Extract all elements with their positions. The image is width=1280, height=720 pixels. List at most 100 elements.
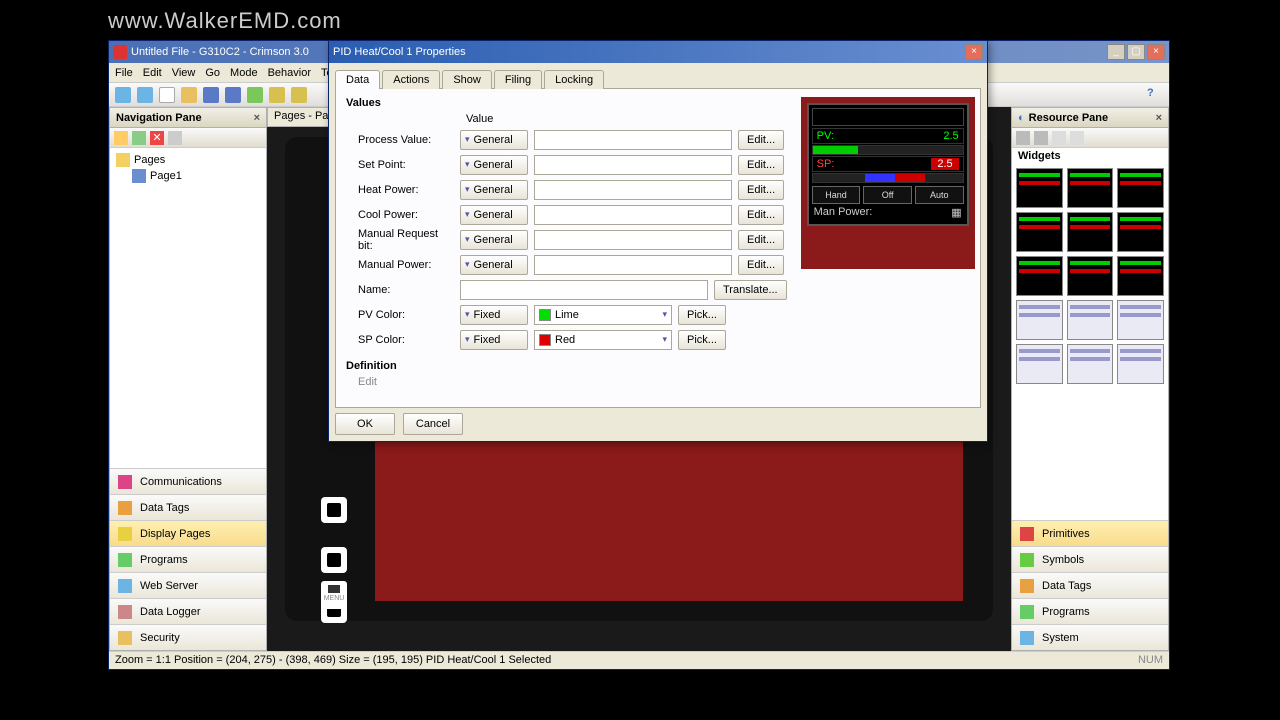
value-input[interactable] — [534, 155, 732, 175]
widget-thumb[interactable] — [1117, 168, 1164, 208]
resource-toolbar — [1012, 128, 1168, 148]
res-cat-system[interactable]: System — [1012, 624, 1168, 650]
tab-actions[interactable]: Actions — [382, 70, 440, 89]
sp-color-pick-button[interactable]: Pick... — [678, 330, 726, 350]
help-icon[interactable]: ? — [1147, 87, 1163, 103]
delete-icon[interactable]: ✕ — [150, 131, 164, 145]
pin-icon[interactable]: ◐ — [1018, 112, 1025, 124]
value-input[interactable] — [534, 255, 732, 275]
widget-thumb[interactable] — [1117, 212, 1164, 252]
mode-dropdown[interactable]: General — [460, 255, 528, 275]
mode-dropdown[interactable]: General — [460, 155, 528, 175]
value-input[interactable] — [534, 230, 732, 250]
menu-mode[interactable]: Mode — [230, 67, 258, 79]
nav-cat-display-pages[interactable]: Display Pages — [110, 520, 266, 546]
widget-thumb[interactable] — [1016, 300, 1063, 340]
menu-file[interactable]: File — [115, 67, 133, 79]
tab-filing[interactable]: Filing — [494, 70, 542, 89]
menu-view[interactable]: View — [172, 67, 196, 79]
res-back-icon[interactable] — [1016, 131, 1030, 145]
tab-locking[interactable]: Locking — [544, 70, 604, 89]
translate-button[interactable]: Translate... — [714, 280, 787, 300]
nav-cat-web-server[interactable]: Web Server — [110, 572, 266, 598]
widget-thumb[interactable] — [1067, 256, 1114, 296]
tool-b-icon[interactable] — [291, 87, 307, 103]
saveall-icon[interactable] — [225, 87, 241, 103]
sp-color-mode-dropdown[interactable]: Fixed — [460, 330, 528, 350]
mode-dropdown[interactable]: General — [460, 130, 528, 150]
widget-thumb[interactable] — [1067, 168, 1114, 208]
device-button-1[interactable] — [321, 497, 347, 523]
nav-pane-toolbar: ✕ — [110, 128, 266, 148]
res-up-icon[interactable] — [1052, 131, 1066, 145]
resource-pane-close-icon[interactable]: × — [1156, 112, 1162, 124]
definition-edit-link[interactable]: Edit — [346, 376, 787, 388]
nav-cat-programs[interactable]: Programs — [110, 546, 266, 572]
tree-root-pages[interactable]: Pages — [114, 152, 262, 168]
widget-thumb[interactable] — [1016, 256, 1063, 296]
nav-cat-communications[interactable]: Communications — [110, 468, 266, 494]
value-input[interactable] — [534, 130, 732, 150]
sp-color-select[interactable]: Red — [534, 330, 672, 350]
red-swatch — [539, 334, 551, 346]
mode-dropdown[interactable]: General — [460, 230, 528, 250]
widget-thumb[interactable] — [1067, 212, 1114, 252]
res-cat-data-tags[interactable]: Data Tags — [1012, 572, 1168, 598]
ok-button[interactable]: OK — [335, 413, 395, 435]
minimize-button[interactable]: _ — [1107, 44, 1125, 60]
open-icon[interactable] — [181, 87, 197, 103]
edit-button[interactable]: Edit... — [738, 180, 784, 200]
value-input[interactable] — [534, 180, 732, 200]
dialog-close-button[interactable]: × — [965, 44, 983, 60]
res-cat-programs[interactable]: Programs — [1012, 598, 1168, 624]
tool-a-icon[interactable] — [269, 87, 285, 103]
widget-thumb[interactable] — [1016, 344, 1063, 384]
menu-behavior[interactable]: Behavior — [268, 67, 311, 79]
value-input[interactable] — [534, 205, 732, 225]
nav-pane-close-icon[interactable]: × — [254, 112, 260, 124]
edit-button[interactable]: Edit... — [738, 155, 784, 175]
tab-data[interactable]: Data — [335, 70, 380, 89]
cancel-button[interactable]: Cancel — [403, 413, 463, 435]
widget-thumb[interactable] — [1067, 344, 1114, 384]
edit-button[interactable]: Edit... — [738, 130, 784, 150]
device-menu-button[interactable]: MENU — [321, 581, 347, 609]
nav-cat-data-logger[interactable]: Data Logger — [110, 598, 266, 624]
device-button-2[interactable] — [321, 547, 347, 573]
widget-thumb[interactable] — [1067, 300, 1114, 340]
res-cat-symbols[interactable]: Symbols — [1012, 546, 1168, 572]
pv-color-select[interactable]: Lime — [534, 305, 672, 325]
download-icon[interactable] — [247, 87, 263, 103]
widget-thumb[interactable] — [1117, 300, 1164, 340]
maximize-button[interactable]: ▢ — [1127, 44, 1145, 60]
widget-thumb[interactable] — [1016, 212, 1063, 252]
widget-thumb[interactable] — [1117, 344, 1164, 384]
mode-dropdown[interactable]: General — [460, 205, 528, 225]
edit-button[interactable]: Edit... — [738, 230, 784, 250]
res-cat-primitives[interactable]: Primitives — [1012, 520, 1168, 546]
menu-edit[interactable]: Edit — [143, 67, 162, 79]
res-fwd-icon[interactable] — [1034, 131, 1048, 145]
widget-thumb[interactable] — [1117, 256, 1164, 296]
edit-button[interactable]: Edit... — [738, 255, 784, 275]
add-icon[interactable] — [132, 131, 146, 145]
pv-color-mode-dropdown[interactable]: Fixed — [460, 305, 528, 325]
nav-cat-security[interactable]: Security — [110, 624, 266, 650]
widget-thumb[interactable] — [1016, 168, 1063, 208]
close-button[interactable]: × — [1147, 44, 1165, 60]
tab-show[interactable]: Show — [442, 70, 492, 89]
forward-icon[interactable] — [137, 87, 153, 103]
pv-color-pick-button[interactable]: Pick... — [678, 305, 726, 325]
search-icon[interactable] — [168, 131, 182, 145]
nav-cat-data-tags[interactable]: Data Tags — [110, 494, 266, 520]
res-home-icon[interactable] — [1070, 131, 1084, 145]
name-input[interactable] — [460, 280, 708, 300]
mode-dropdown[interactable]: General — [460, 180, 528, 200]
edit-button[interactable]: Edit... — [738, 205, 784, 225]
back-icon[interactable] — [115, 87, 131, 103]
new-page-icon[interactable] — [114, 131, 128, 145]
tree-item-page1[interactable]: Page1 — [130, 168, 262, 184]
menu-go[interactable]: Go — [205, 67, 220, 79]
save-icon[interactable] — [203, 87, 219, 103]
new-icon[interactable] — [159, 87, 175, 103]
